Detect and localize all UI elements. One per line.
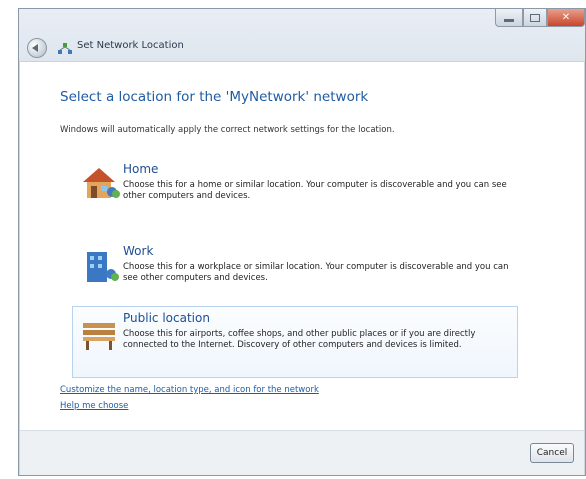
option-work[interactable]: Work Choose this for a workplace or simi… [72, 239, 518, 309]
option-public-description: Choose this for airports, coffee shops, … [123, 329, 476, 350]
option-public-title: Public location [123, 311, 210, 325]
work-icon [87, 252, 119, 282]
option-home-description: Choose this for a home or similar locati… [123, 180, 507, 201]
maximize-icon [530, 13, 540, 22]
window-controls: ✕ [495, 9, 585, 27]
home-icon [83, 168, 120, 198]
window-title: Set Network Location [77, 40, 184, 51]
cancel-button[interactable]: Cancel [530, 443, 574, 463]
network-icon [58, 43, 72, 54]
option-home[interactable]: Home Choose this for a home or similar l… [72, 157, 518, 227]
help-me-choose-link[interactable]: Help me choose [60, 401, 128, 411]
dialog-footer: Cancel [20, 430, 584, 475]
minimize-button[interactable] [495, 9, 523, 27]
close-icon: ✕ [561, 12, 571, 23]
option-work-description: Choose this for a workplace or similar l… [123, 262, 509, 283]
option-work-title: Work [123, 244, 154, 258]
page-title: Select a location for the 'MyNetwork' ne… [60, 89, 369, 105]
intro-text: Windows will automatically apply the cor… [60, 125, 395, 135]
title-bar: Set Network Location ✕ [19, 9, 585, 62]
bench-icon [83, 323, 115, 350]
option-home-title: Home [123, 162, 159, 176]
back-button[interactable] [27, 38, 47, 58]
close-button[interactable]: ✕ [547, 9, 585, 27]
minimize-icon [504, 19, 514, 22]
dialog-content: Select a location for the 'MyNetwork' ne… [20, 62, 584, 430]
option-public[interactable]: Public location Choose this for airports… [72, 306, 518, 378]
dialog-window: Set Network Location ✕ Select a location… [18, 8, 586, 476]
maximize-button[interactable] [523, 9, 547, 27]
customize-network-link[interactable]: Customize the name, location type, and i… [60, 385, 319, 395]
